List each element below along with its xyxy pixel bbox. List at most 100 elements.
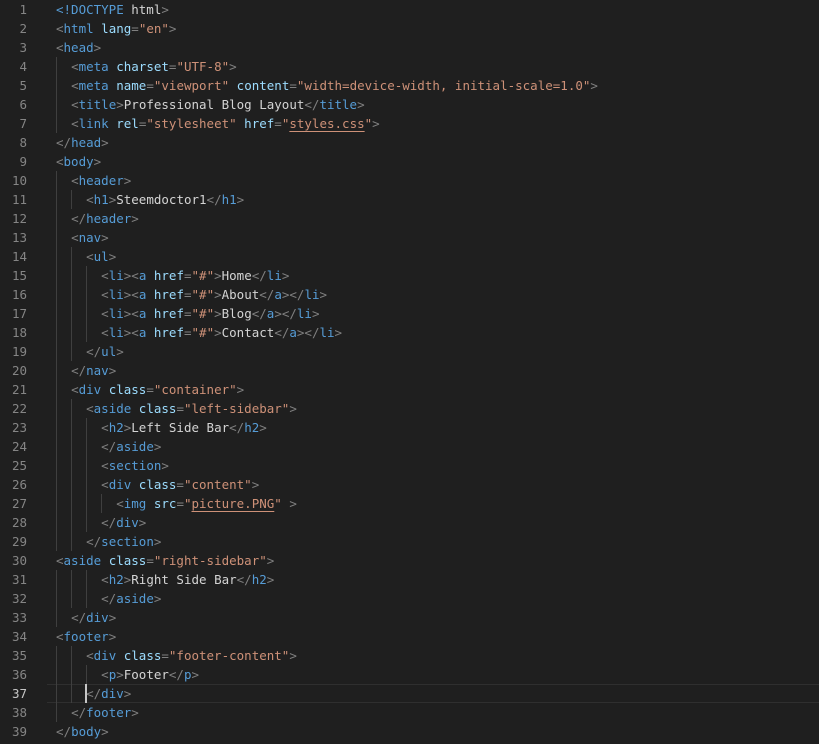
code-token: "#"	[191, 325, 215, 340]
code-text: <li><a href="#">Contact</a></li>	[27, 323, 342, 342]
code-line[interactable]: 32 </aside>	[0, 589, 819, 608]
file-link[interactable]: picture.PNG	[192, 496, 275, 511]
line-number: 16	[11, 287, 27, 302]
code-token: h1	[93, 192, 109, 207]
code-line[interactable]: 10 <header>	[0, 171, 819, 190]
code-line[interactable]: 31 <h2>Right Side Bar</h2>	[0, 570, 819, 589]
line-number: 8	[19, 135, 27, 150]
line-number: 6	[19, 97, 27, 112]
code-line[interactable]: 13 <nav>	[0, 228, 819, 247]
code-line[interactable]: 14 <ul>	[0, 247, 819, 266]
code-token: p	[183, 667, 192, 682]
line-number: 13	[11, 230, 27, 245]
code-text: </header>	[27, 209, 139, 228]
code-line[interactable]: 21 <div class="container">	[0, 380, 819, 399]
code-token: =	[183, 306, 192, 321]
code-token: >	[334, 325, 343, 340]
code-line[interactable]: 35 <div class="footer-content">	[0, 646, 819, 665]
code-token: >	[131, 705, 139, 720]
code-token: Left Side Bar	[131, 420, 230, 435]
code-line[interactable]: 3 <head>	[0, 38, 819, 57]
code-text: </section>	[27, 532, 161, 551]
code-token: li	[319, 325, 335, 340]
code-line[interactable]: 19 </ul>	[0, 342, 819, 361]
code-editor[interactable]: 1 <!DOCTYPE html> 2 <html lang="en"> 3 <head>…	[0, 0, 819, 744]
code-line[interactable]: 12 </header>	[0, 209, 819, 228]
code-line[interactable]: 4 <meta charset="UTF-8">	[0, 57, 819, 76]
code-line[interactable]: 9 <body>	[0, 152, 819, 171]
code-line[interactable]: 34 <footer>	[0, 627, 819, 646]
code-line[interactable]: 18 <li><a href="#">Contact</a></li>	[0, 323, 819, 342]
code-line[interactable]: 23 <h2>Left Side Bar</h2>	[0, 418, 819, 437]
code-token: >	[357, 97, 365, 112]
code-line[interactable]: 28 </div>	[0, 513, 819, 532]
code-token: </	[86, 344, 102, 359]
code-text: </body>	[27, 722, 109, 741]
code-token: Footer	[123, 667, 169, 682]
code-token: <	[56, 553, 64, 568]
code-token: <	[56, 154, 64, 169]
code-token: >	[153, 534, 162, 549]
code-line[interactable]: 38 </footer>	[0, 703, 819, 722]
code-line[interactable]: 37 </div>	[0, 684, 819, 703]
code-token: </	[274, 325, 290, 340]
code-token: Contact	[221, 325, 275, 340]
code-token: >	[311, 306, 320, 321]
code-line[interactable]: 36 <p>Footer</p>	[0, 665, 819, 684]
code-line[interactable]: 1 <!DOCTYPE html>	[0, 0, 819, 19]
line-number: 4	[19, 59, 27, 74]
code-token: >	[251, 477, 260, 492]
code-line[interactable]: 15 <li><a href="#">Home</li>	[0, 266, 819, 285]
code-line[interactable]: 24 </aside>	[0, 437, 819, 456]
code-line[interactable]: 7 <link rel="stylesheet" href="styles.cs…	[0, 114, 819, 133]
code-token: Blog	[221, 306, 252, 321]
code-line[interactable]: 2 <html lang="en">	[0, 19, 819, 38]
file-link[interactable]: styles.css	[289, 116, 364, 131]
code-token: lang	[93, 21, 132, 36]
code-line[interactable]: 29 </section>	[0, 532, 819, 551]
line-number: 11	[11, 192, 27, 207]
line-number: 2	[19, 21, 27, 36]
code-token: >	[93, 40, 102, 55]
code-line[interactable]: 25 <section>	[0, 456, 819, 475]
code-line[interactable]: 16 <li><a href="#">About</a></li>	[0, 285, 819, 304]
line-number: 31	[11, 572, 27, 587]
code-line[interactable]: 33 </div>	[0, 608, 819, 627]
code-line[interactable]: 5 <meta name="viewport" content="width=d…	[0, 76, 819, 95]
code-line[interactable]: 8 </head>	[0, 133, 819, 152]
code-line[interactable]: 6 <title>Professional Blog Layout</title…	[0, 95, 819, 114]
code-token: >	[289, 496, 297, 511]
code-line[interactable]: 11 <h1>Steemdoctor1</h1>	[0, 190, 819, 209]
code-line[interactable]: 39 </body>	[0, 722, 819, 741]
code-line[interactable]: 20 </nav>	[0, 361, 819, 380]
code-token: >	[161, 458, 169, 473]
code-token: href	[236, 116, 275, 131]
code-token: h2	[108, 420, 124, 435]
code-line[interactable]: 22 <aside class="left-sidebar">	[0, 399, 819, 418]
code-text: <li><a href="#">About</a></li>	[27, 285, 327, 304]
code-token: >	[161, 2, 169, 17]
code-line[interactable]: 26 <div class="content">	[0, 475, 819, 494]
code-token: >	[116, 667, 124, 682]
code-token: section	[101, 534, 154, 549]
code-token: ><	[123, 287, 139, 302]
line-number: 38	[11, 705, 27, 720]
code-token: "#"	[191, 287, 215, 302]
code-token: >	[259, 420, 267, 435]
code-token: </	[86, 534, 102, 549]
code-token: class	[101, 553, 147, 568]
code-line[interactable]: 17 <li><a href="#">Blog</a></li>	[0, 304, 819, 323]
line-number: 34	[11, 629, 27, 644]
code-token: "viewport"	[153, 78, 230, 93]
code-token: content	[229, 78, 290, 93]
code-token: =	[176, 477, 184, 492]
code-line[interactable]: 27 <img src="picture.PNG" >	[0, 494, 819, 513]
code-token: ></	[274, 306, 297, 321]
code-line[interactable]: 30 <aside class="right-sidebar">	[0, 551, 819, 570]
code-text: </head>	[27, 133, 109, 152]
code-text: <section>	[27, 456, 169, 475]
code-token: =	[176, 401, 184, 416]
code-text: </footer>	[27, 703, 139, 722]
code-text: <div class="content">	[27, 475, 259, 494]
code-token: "right-sidebar"	[153, 553, 267, 568]
